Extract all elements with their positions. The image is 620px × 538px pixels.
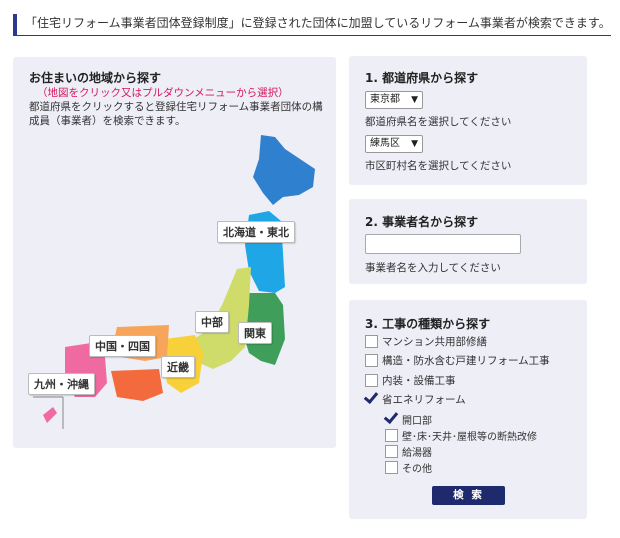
checkbox[interactable]: [365, 353, 378, 367]
region-label-chugoku-shikoku[interactable]: 中国・四国: [89, 335, 156, 357]
work-option-interior[interactable]: 内装・設備工事: [365, 372, 456, 388]
sub-option-label: 開口部: [402, 415, 432, 427]
city-select-value: 練馬区: [370, 138, 400, 149]
map-panel: お住まいの地域から探す （地図をクリック又はプルダウンメニューから選択） 都道府…: [13, 57, 336, 448]
sub-option-label: その他: [402, 463, 432, 475]
city-hint: 市区町村名を選択してください: [365, 160, 512, 172]
checkmark-icon[interactable]: [365, 393, 378, 406]
city-select[interactable]: 練馬区 ▼: [365, 135, 423, 153]
work-option-label: 内装・設備工事: [382, 374, 456, 387]
region-label-kanto[interactable]: 関東: [238, 322, 272, 344]
checkbox[interactable]: [385, 428, 398, 442]
sub-option-other[interactable]: その他: [385, 459, 432, 475]
sub-option-openings[interactable]: 開口部: [385, 411, 432, 427]
prefecture-select-value: 東京都: [370, 94, 400, 105]
work-option-energy[interactable]: 省エネリフォーム: [365, 391, 466, 407]
work-option-label: 省エネリフォーム: [382, 393, 466, 406]
checkbox[interactable]: [385, 460, 398, 474]
checkmark-icon[interactable]: [385, 413, 398, 426]
chevron-down-icon: ▼: [411, 95, 418, 105]
sub-option-label: 給湯器: [402, 447, 432, 459]
search-button[interactable]: 検 索: [432, 486, 505, 505]
region-label-hokkaido-tohoku[interactable]: 北海道・東北: [217, 221, 295, 243]
region-label-kinki[interactable]: 近畿: [161, 356, 195, 378]
sub-option-water-heater[interactable]: 給湯器: [385, 443, 432, 459]
name-search-box: 2. 事業者名から探す 事業者名を入力してください: [349, 199, 587, 284]
checkbox[interactable]: [365, 334, 378, 348]
hokkaido-shape[interactable]: [253, 135, 315, 205]
sub-option-label: 壁･床･天井･屋根等の断熱改修: [402, 431, 537, 443]
work-option-label: マンション共用部修繕: [382, 335, 487, 348]
work-type-search-title: 3. 工事の種類から探す: [365, 317, 491, 331]
work-option-label: 構造・防水含む戸建リフォーム工事: [382, 354, 550, 367]
sub-option-insulation[interactable]: 壁･床･天井･屋根等の断熱改修: [385, 427, 537, 443]
shikoku-shape[interactable]: [111, 369, 163, 401]
chevron-down-icon: ▼: [411, 139, 418, 149]
prefecture-search-title: 1. 都道府県から探す: [365, 71, 479, 85]
region-label-chubu[interactable]: 中部: [195, 311, 229, 333]
prefecture-select[interactable]: 東京都 ▼: [365, 91, 423, 109]
prefecture-search-box: 1. 都道府県から探す 東京都 ▼ 都道府県名を選択してください 練馬区 ▼ 市…: [349, 56, 587, 185]
business-name-input[interactable]: [365, 234, 521, 254]
region-label-kyushu-okinawa[interactable]: 九州・沖縄: [28, 373, 95, 395]
work-type-search-box: 3. 工事の種類から探す マンション共用部修繕 構造・防水含む戸建リフォーム工事…: [349, 300, 587, 519]
checkbox[interactable]: [385, 444, 398, 458]
region-hokkaido-tohoku[interactable]: [245, 135, 315, 293]
name-hint: 事業者名を入力してください: [365, 262, 501, 274]
okinawa-shape[interactable]: [43, 407, 57, 423]
work-option-condo[interactable]: マンション共用部修繕: [365, 333, 487, 349]
name-search-title: 2. 事業者名から探す: [365, 215, 479, 229]
page-banner: 「住宅リフォーム事業者団体登録制度」に登録された団体に加盟しているリフォーム事業…: [13, 14, 611, 36]
work-option-house[interactable]: 構造・防水含む戸建リフォーム工事: [365, 352, 550, 368]
checkbox[interactable]: [365, 373, 378, 387]
prefecture-hint: 都道府県名を選択してください: [365, 116, 512, 128]
